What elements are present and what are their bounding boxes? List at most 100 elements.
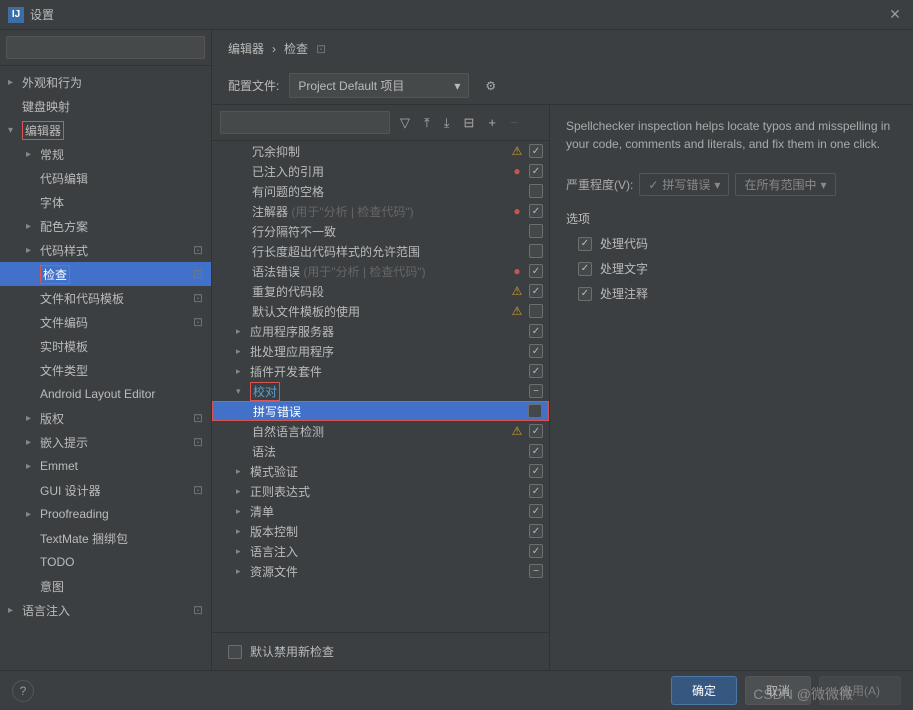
inspection-checkbox[interactable] [529, 224, 543, 238]
sidebar-item[interactable]: Android Layout Editor [0, 382, 211, 406]
inspection-row[interactable]: ▸版本控制 [212, 521, 549, 541]
inspection-row[interactable]: 拼写错误 [212, 401, 549, 421]
apply-button[interactable]: 应用(A) [819, 676, 901, 705]
gear-icon[interactable]: ⚙ [479, 77, 502, 95]
inspection-checkbox[interactable] [529, 424, 543, 438]
inspection-checkbox[interactable] [529, 344, 543, 358]
inspection-checkbox[interactable] [529, 504, 543, 518]
option-checkbox[interactable] [578, 287, 592, 301]
inspection-row[interactable]: ▸模式验证 [212, 461, 549, 481]
inspection-row[interactable]: 已注入的引用● [212, 161, 549, 181]
sidebar-item[interactable]: TODO [0, 550, 211, 574]
inspection-row[interactable]: 有问题的空格 [212, 181, 549, 201]
inspection-checkbox[interactable] [529, 384, 543, 398]
inspection-checkbox[interactable] [529, 484, 543, 498]
severity-label: 严重程度(V): [566, 176, 633, 193]
collapse-icon[interactable]: ⤓ [440, 113, 454, 133]
sidebar-item[interactable]: ▸嵌入提示⊡ [0, 430, 211, 454]
sidebar-item[interactable]: 代码编辑 [0, 166, 211, 190]
inspection-checkbox[interactable] [529, 444, 543, 458]
chevron-down-icon: ▾ [454, 79, 460, 93]
inspection-row[interactable]: 注解器 (用于"分析 | 检查代码")● [212, 201, 549, 221]
inspection-checkbox[interactable] [529, 284, 543, 298]
inspection-checkbox[interactable] [529, 164, 543, 178]
sidebar-item[interactable]: ▸语言注入⊡ [0, 598, 211, 622]
inspection-row[interactable]: ▸清单 [212, 501, 549, 521]
window-title: 设置 [30, 6, 885, 23]
sidebar-search-input[interactable] [6, 36, 205, 59]
inspection-search-input[interactable] [220, 111, 390, 134]
sidebar-tree[interactable]: ▸外观和行为键盘映射▾编辑器▸常规代码编辑字体▸配色方案▸代码样式⊡检查⊡文件和… [0, 66, 211, 670]
option-checkbox[interactable] [578, 262, 592, 276]
inspection-row[interactable]: ▸语言注入 [212, 541, 549, 561]
sidebar-item[interactable]: GUI 设计器⊡ [0, 478, 211, 502]
sidebar-item[interactable]: ▾编辑器 [0, 118, 211, 142]
option-row[interactable]: 处理代码 [566, 235, 897, 252]
inspection-row[interactable]: 行长度超出代码样式的允许范围 [212, 241, 549, 261]
titlebar: IJ 设置 ✕ [0, 0, 913, 30]
ok-button[interactable]: 确定 [671, 676, 737, 705]
inspection-row[interactable]: ▸正则表达式 [212, 481, 549, 501]
option-checkbox[interactable] [578, 237, 592, 251]
cancel-button[interactable]: 取消 [745, 676, 811, 705]
inspection-row[interactable]: 行分隔符不一致 [212, 221, 549, 241]
default-disable-checkbox[interactable] [228, 645, 242, 659]
inspection-checkbox[interactable] [529, 564, 543, 578]
inspection-checkbox[interactable] [529, 324, 543, 338]
filter-icon[interactable]: ▽ [396, 113, 414, 133]
profile-label: 配置文件: [228, 77, 279, 94]
sidebar-item[interactable]: 检查⊡ [0, 262, 211, 286]
sidebar-item[interactable]: ▸Emmet [0, 454, 211, 478]
inspection-tree[interactable]: 冗余抑制⚠已注入的引用●有问题的空格注解器 (用于"分析 | 检查代码")●行分… [212, 141, 549, 632]
inspection-row[interactable]: ▸资源文件 [212, 561, 549, 581]
sidebar-item[interactable]: ▸Proofreading [0, 502, 211, 526]
inspection-row[interactable]: 冗余抑制⚠ [212, 141, 549, 161]
inspection-row[interactable]: ▸应用程序服务器 [212, 321, 549, 341]
inspection-checkbox[interactable] [529, 244, 543, 258]
sidebar-item[interactable]: ▸外观和行为 [0, 70, 211, 94]
inspection-row[interactable]: 重复的代码段⚠ [212, 281, 549, 301]
sidebar-item[interactable]: ▸代码样式⊡ [0, 238, 211, 262]
option-row[interactable]: 处理文字 [566, 260, 897, 277]
inspection-checkbox[interactable] [529, 264, 543, 278]
expand-icon[interactable]: ⤒ [420, 113, 434, 133]
inspection-description: Spellchecker inspection helps locate typ… [566, 117, 897, 153]
option-row[interactable]: 处理注释 [566, 285, 897, 302]
inspection-checkbox[interactable] [529, 304, 543, 318]
inspection-checkbox[interactable] [529, 204, 543, 218]
severity-dropdown[interactable]: ✓拼写错误▾ [639, 173, 729, 196]
sidebar-item[interactable]: ▸常规 [0, 142, 211, 166]
inspection-checkbox[interactable] [529, 144, 543, 158]
inspection-row[interactable]: 默认文件模板的使用⚠ [212, 301, 549, 321]
profile-dropdown[interactable]: Project Default 项目▾ [289, 73, 469, 98]
inspection-checkbox[interactable] [529, 184, 543, 198]
inspection-checkbox[interactable] [529, 464, 543, 478]
inspection-row[interactable]: 自然语言检测⚠ [212, 421, 549, 441]
scope-dropdown[interactable]: 在所有范围中▾ [735, 173, 835, 196]
inspection-checkbox[interactable] [528, 404, 542, 418]
close-icon[interactable]: ✕ [885, 6, 905, 23]
sidebar-item[interactable]: 意图 [0, 574, 211, 598]
add-icon[interactable]: + [484, 113, 500, 132]
toggle-icon[interactable]: ⊟ [460, 113, 479, 133]
sidebar-item[interactable]: 键盘映射 [0, 94, 211, 118]
inspection-row[interactable]: 语法错误 (用于"分析 | 检查代码")● [212, 261, 549, 281]
inspection-row[interactable]: ▸插件开发套件 [212, 361, 549, 381]
inspection-checkbox[interactable] [529, 524, 543, 538]
inspection-checkbox[interactable] [529, 544, 543, 558]
sidebar-item[interactable]: 实时模板 [0, 334, 211, 358]
help-button[interactable]: ? [12, 680, 34, 702]
sidebar-item[interactable]: ▸版权⊡ [0, 406, 211, 430]
inspection-row[interactable]: ▾校对 [212, 381, 549, 401]
inspection-row[interactable]: ▸批处理应用程序 [212, 341, 549, 361]
sidebar-item[interactable]: ▸配色方案 [0, 214, 211, 238]
default-disable-label: 默认禁用新检查 [250, 643, 334, 660]
sidebar-item[interactable]: TextMate 捆绑包 [0, 526, 211, 550]
minus-icon[interactable]: − [506, 113, 522, 132]
sidebar-item[interactable]: 字体 [0, 190, 211, 214]
sidebar-item[interactable]: 文件和代码模板⊡ [0, 286, 211, 310]
inspection-checkbox[interactable] [529, 364, 543, 378]
sidebar-item[interactable]: 文件类型 [0, 358, 211, 382]
sidebar-item[interactable]: 文件编码⊡ [0, 310, 211, 334]
inspection-row[interactable]: 语法 [212, 441, 549, 461]
